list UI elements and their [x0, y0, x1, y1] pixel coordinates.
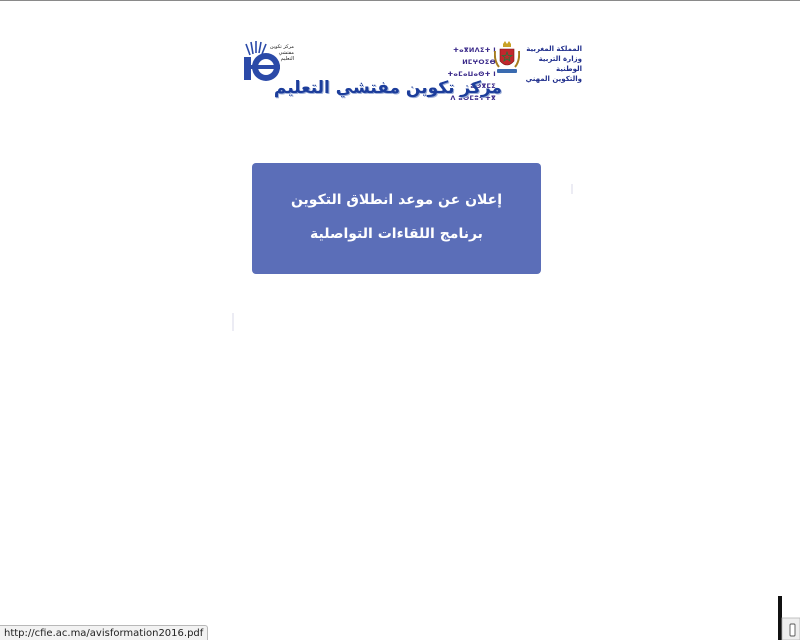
announcement-line-1: إعلان عن موعد انطلاق التكوين — [290, 192, 503, 208]
corner-scroll-widget[interactable] — [778, 596, 800, 640]
site-title: مركز تكوين مفتشي التعليم — [273, 78, 502, 98]
site-header: مركز تكوين مفتشي التعليم ⵜⴰⴳⵍⴷⵉⵜ ⵏ ⵍⵎⵖⵔⵉ… — [240, 38, 582, 104]
page: مركز تكوين مفتشي التعليم ⵜⴰⴳⵍⴷⵉⵜ ⵏ ⵍⵎⵖⵔⵉ… — [0, 0, 800, 640]
tifinagh-line-1: ⵜⴰⴳⵍⴷⵉⵜ ⵏ ⵍⵎⵖⵔⵉⴱ — [453, 46, 496, 66]
cfie-logo-caption: مركز تكوين مفتشي التعليم — [269, 44, 294, 62]
ministry-line-1: المملكة المغربية — [526, 45, 582, 53]
ministry-heading: المملكة المغربية وزارة التربية الوطنية و… — [522, 44, 582, 84]
status-bar-url: http://cfie.ac.ma/avisformation2016.pdf — [0, 625, 209, 640]
announcement-link[interactable]: إعلان عن موعد انطلاق التكوين برنامج اللق… — [252, 163, 541, 274]
ministry-line-2: وزارة التربية الوطنية — [538, 55, 582, 73]
announcement-line-2: برنامج اللقاءات التواصلية — [310, 226, 483, 242]
top-border — [0, 0, 800, 1]
faint-artifact — [571, 184, 573, 194]
faint-artifact — [232, 313, 234, 331]
coat-of-arms-icon — [494, 41, 520, 73]
ministry-line-3: والتكوين المهني — [525, 75, 582, 83]
